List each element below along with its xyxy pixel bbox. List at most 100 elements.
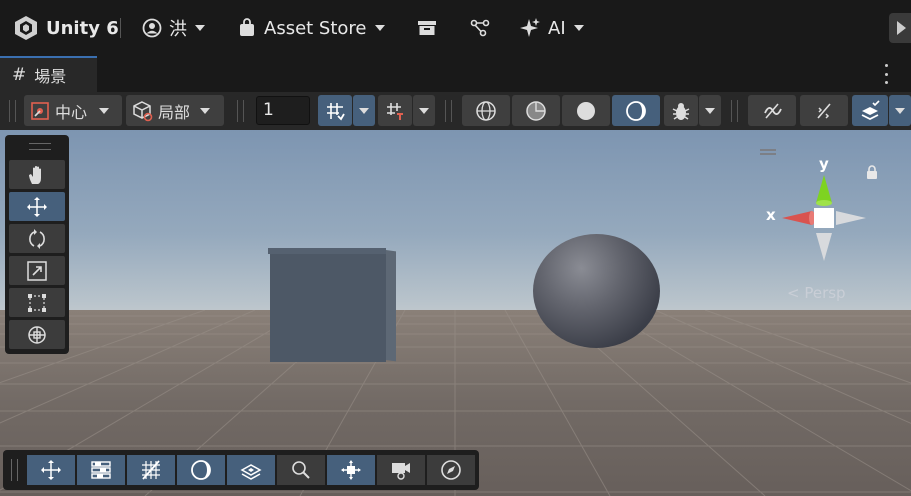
grid-overlay-button[interactable] [127,455,175,485]
gizmo-neg-x-cone[interactable] [836,211,866,225]
move-icon [27,196,47,217]
grid-snap-button[interactable] [318,95,352,126]
scene-visibility-button[interactable] [852,95,888,126]
toolbar-grip[interactable] [9,100,16,122]
lighting-button[interactable] [612,95,660,126]
layers-overlay-button[interactable] [227,455,275,485]
snap-overlay-button[interactable] [327,455,375,485]
toolbar-grip[interactable] [731,100,738,122]
gizmo-neg-y-cone[interactable] [816,233,832,261]
pivot-mode-dropdown[interactable]: 中心 [24,95,122,126]
increment-snap-button[interactable] [378,95,412,126]
chevron-down-icon [99,107,110,114]
tools-overlay [5,135,69,354]
audio-toggle-button[interactable] [748,95,796,126]
hand-tool-button[interactable] [9,160,65,189]
pivot-icon [31,101,49,120]
fx-icon [817,102,831,119]
package-manager-icon [418,21,436,35]
shaded-wireframe-button[interactable] [512,95,560,126]
asset-store-bag-icon [240,18,254,36]
move-tool-button[interactable] [9,192,65,221]
camera-overlay-button[interactable] [377,455,425,485]
account-name: 洪 [169,19,187,40]
asset-store-menu[interactable]: Asset Store [238,14,385,42]
hand-icon [29,165,41,184]
gizmo-x-label: x [766,206,776,224]
overlay-toolbar [3,450,479,490]
chevron-down-icon [573,25,584,31]
chevron-down-icon [374,25,385,31]
increment-snap-dropdown[interactable] [413,95,435,126]
more-options-icon[interactable] [880,64,892,84]
version-control-button[interactable] [470,14,490,42]
tab-bar: # 場景 [0,56,911,92]
sphere-object[interactable] [533,234,660,348]
wireframe-icon [476,100,496,121]
separator [120,18,121,38]
overlay-grip[interactable] [11,459,18,481]
search-overlay-button[interactable] [277,455,325,485]
shaded-icon [577,101,595,120]
package-manager-button[interactable] [417,14,437,42]
tab-scene[interactable]: # 場景 [0,56,97,92]
play-button[interactable] [889,13,911,43]
unity-logo-icon [15,16,37,40]
debug-button[interactable] [664,95,698,126]
rotate-tool-button[interactable] [9,224,65,253]
scale-icon [27,260,47,281]
gizmo-y-axis-cone[interactable] [816,175,832,203]
snap-overlay-icon [341,460,361,480]
lighting-overlay-button[interactable] [177,455,225,485]
chevron-down-icon [895,107,905,114]
gizmo-y-label: y [819,155,829,173]
compass-overlay-icon [441,460,461,480]
grid-snap-icon [327,102,345,120]
pivot-rotation-dropdown[interactable]: 局部 [126,95,224,126]
chevron-down-icon [195,25,205,31]
gizmo-center-cube[interactable] [814,208,834,228]
rect-tool-button[interactable] [9,288,65,317]
grid-snap-dropdown[interactable] [353,95,375,126]
lock-icon[interactable] [866,165,878,179]
version-control-icon [470,19,490,37]
move-overlay-icon [41,460,61,480]
grid-size-input[interactable]: 1 [256,96,310,125]
shaded-wireframe-icon [526,100,546,121]
debug-icon [672,102,690,120]
move-overlay-button[interactable] [27,455,75,485]
scale-tool-button[interactable] [9,256,65,285]
rotate-icon [29,228,45,249]
cube-top-edge [268,248,386,254]
ai-menu[interactable]: AI [520,14,584,42]
chevron-down-icon [705,107,715,114]
account-menu[interactable]: 洪 [142,14,205,42]
toolbar-grip[interactable] [237,100,244,122]
settings-overlay-button[interactable] [77,455,125,485]
shaded-button[interactable] [562,95,610,126]
projection-toggle[interactable]: < Persp [787,284,846,302]
debug-dropdown[interactable] [699,95,721,126]
cube-side-face [386,250,396,362]
tab-label: 場景 [34,67,67,86]
layers-overlay-icon [240,464,262,480]
fx-toggle-button[interactable] [800,95,848,126]
gizmo-x-axis-cone[interactable] [782,211,812,225]
transform-tool-button[interactable] [9,320,65,349]
wireframe-button[interactable] [462,95,510,126]
gizmo-grip[interactable] [760,149,776,151]
scene-toolbar: 中心 局部 1 [0,92,911,130]
scene-visibility-dropdown[interactable] [889,95,911,126]
lighting-icon [626,100,646,121]
overlay-grip[interactable] [29,143,51,150]
top-bar: Unity 6 洪 Asset Store AI [0,0,911,56]
cube-icon [133,100,153,121]
unity-menu[interactable]: Unity 6 [14,14,119,42]
compass-overlay-button[interactable] [427,455,475,485]
camera-overlay-icon [392,463,410,480]
increment-snap-icon [387,102,403,120]
pivot-mode-label: 中心 [55,102,88,122]
toolbar-grip[interactable] [445,100,452,122]
chevron-down-icon [200,107,211,114]
cube-object[interactable] [270,250,386,362]
